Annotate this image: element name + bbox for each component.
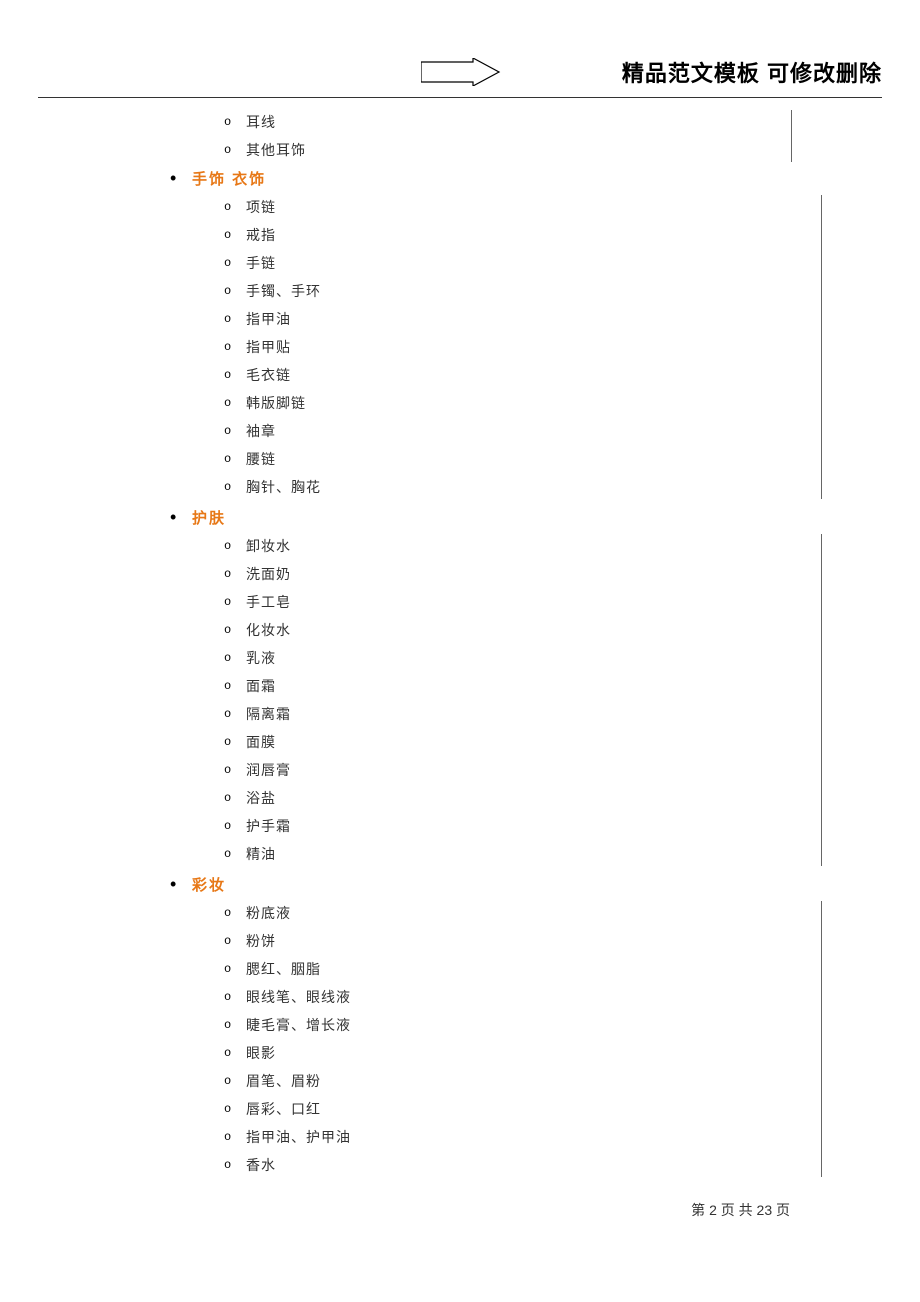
list-item: 化妆水 xyxy=(222,616,790,644)
list-item: 指甲油 xyxy=(222,305,790,333)
list-item: 隔离霜 xyxy=(222,700,790,728)
list-item: 腮红、胭脂 xyxy=(222,955,790,983)
page-total: 23 xyxy=(757,1202,773,1218)
list-item: 手工皂 xyxy=(222,588,790,616)
list-item: 指甲油、护甲油 xyxy=(222,1123,790,1151)
list-item: 眉笔、眉粉 xyxy=(222,1067,790,1095)
sub-list: 项链 戒指 手链 手镯、手环 指甲油 指甲贴 毛衣链 韩版脚链 袖章 腰链 胸针… xyxy=(192,193,790,501)
page-prefix: 第 xyxy=(691,1202,705,1218)
list-item: 乳液 xyxy=(222,644,790,672)
category-handwear: 手饰 衣饰 项链 戒指 手链 手镯、手环 指甲油 指甲贴 毛衣链 韩版脚链 袖章… xyxy=(162,168,790,501)
page-mid: 页 共 xyxy=(721,1202,753,1218)
vertical-line xyxy=(821,534,822,866)
list-item: 戒指 xyxy=(222,221,790,249)
arrow-right-icon xyxy=(421,58,501,86)
header-divider xyxy=(38,97,882,98)
list-item: 手镯、手环 xyxy=(222,277,790,305)
sub-list: 粉底液 粉饼 腮红、胭脂 眼线笔、眼线液 睫毛膏、增长液 眼影 眉笔、眉粉 唇彩… xyxy=(192,899,790,1179)
vertical-line xyxy=(791,110,792,162)
list-item: 粉底液 xyxy=(222,899,790,927)
list-item: 润唇膏 xyxy=(222,756,790,784)
list-item: 指甲贴 xyxy=(222,333,790,361)
list-item: 眼影 xyxy=(222,1039,790,1067)
category-skincare: 护肤 卸妆水 洗面奶 手工皂 化妆水 乳液 面霜 隔离霜 面膜 润唇膏 浴盐 护… xyxy=(162,507,790,868)
page-footer: 第 2 页 共 23 页 xyxy=(691,1200,790,1220)
list-item: 卸妆水 xyxy=(222,532,790,560)
list-item: 耳线 xyxy=(222,108,790,136)
list-item: 唇彩、口红 xyxy=(222,1095,790,1123)
document-content: 耳线 其他耳饰 手饰 衣饰 项链 戒指 手链 手镯、手环 指甲油 指甲贴 毛衣链… xyxy=(162,108,790,1185)
page-suffix: 页 xyxy=(776,1202,790,1218)
list-item: 精油 xyxy=(222,840,790,868)
list-item: 浴盐 xyxy=(222,784,790,812)
category-label: 彩妆 xyxy=(192,877,226,894)
category-label: 手饰 衣饰 xyxy=(192,171,266,188)
page-current: 2 xyxy=(709,1202,717,1218)
category-list: 手饰 衣饰 项链 戒指 手链 手镯、手环 指甲油 指甲贴 毛衣链 韩版脚链 袖章… xyxy=(162,168,790,1179)
vertical-line xyxy=(821,901,822,1177)
sub-list: 卸妆水 洗面奶 手工皂 化妆水 乳液 面霜 隔离霜 面膜 润唇膏 浴盐 护手霜 … xyxy=(192,532,790,868)
list-item: 手链 xyxy=(222,249,790,277)
list-item: 睫毛膏、增长液 xyxy=(222,1011,790,1039)
category-label: 护肤 xyxy=(192,510,226,527)
list-item: 洗面奶 xyxy=(222,560,790,588)
list-item: 护手霜 xyxy=(222,812,790,840)
list-item: 韩版脚链 xyxy=(222,389,790,417)
list-item: 粉饼 xyxy=(222,927,790,955)
list-item: 腰链 xyxy=(222,445,790,473)
vertical-line xyxy=(821,195,822,499)
list-item: 其他耳饰 xyxy=(222,136,790,164)
list-item: 香水 xyxy=(222,1151,790,1179)
list-item: 面霜 xyxy=(222,672,790,700)
orphan-sublist: 耳线 其他耳饰 xyxy=(162,108,790,164)
header-title: 精品范文模板 可修改删除 xyxy=(622,56,882,88)
category-makeup: 彩妆 粉底液 粉饼 腮红、胭脂 眼线笔、眼线液 睫毛膏、增长液 眼影 眉笔、眉粉… xyxy=(162,874,790,1179)
list-item: 项链 xyxy=(222,193,790,221)
list-item: 袖章 xyxy=(222,417,790,445)
list-item: 眼线笔、眼线液 xyxy=(222,983,790,1011)
page-header: 精品范文模板 可修改删除 xyxy=(0,50,920,98)
list-item: 胸针、胸花 xyxy=(222,473,790,501)
list-item: 毛衣链 xyxy=(222,361,790,389)
list-item: 面膜 xyxy=(222,728,790,756)
